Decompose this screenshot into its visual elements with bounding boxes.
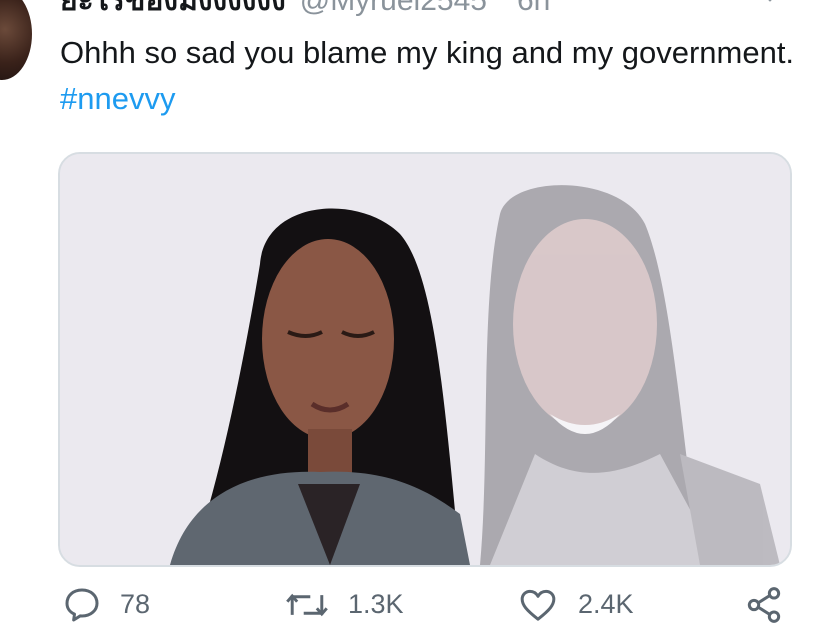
share-nodes-icon bbox=[747, 586, 781, 623]
hashtag-link[interactable]: #nnevvy bbox=[60, 81, 175, 116]
tweet-header: ยะไร้ของมังงงงงง @Myruel2545 6h bbox=[60, 0, 550, 16]
like-count: 2.4K bbox=[578, 589, 634, 619]
retweet-count: 1.3K bbox=[348, 589, 404, 619]
avatar[interactable] bbox=[0, 0, 32, 80]
tweet-media-image[interactable] bbox=[58, 152, 792, 567]
display-name[interactable]: ยะไร้ของมังงงงงง bbox=[60, 0, 286, 17]
more-options-icon[interactable] bbox=[760, 0, 780, 2]
user-handle[interactable]: @Myruel2545 bbox=[300, 0, 487, 17]
meme-image bbox=[60, 154, 790, 565]
like-action[interactable]: 2.4K bbox=[516, 582, 634, 627]
tweet-actions: 78 1.3K 2.4K bbox=[0, 582, 828, 627]
retweet-arrows-icon bbox=[286, 593, 328, 616]
reply-action[interactable]: 78 bbox=[62, 582, 150, 627]
timestamp[interactable]: 6h bbox=[517, 0, 550, 17]
tweet-body: Ohhh so sad you blame my king and my gov… bbox=[60, 35, 795, 70]
comment-bubble-icon bbox=[65, 588, 99, 621]
reply-count: 78 bbox=[120, 589, 151, 619]
retweet-action[interactable]: 1.3K bbox=[284, 582, 404, 627]
heart-icon bbox=[520, 589, 556, 621]
share-action[interactable] bbox=[742, 582, 804, 627]
tweet-text: Ohhh so sad you blame my king and my gov… bbox=[60, 30, 800, 122]
